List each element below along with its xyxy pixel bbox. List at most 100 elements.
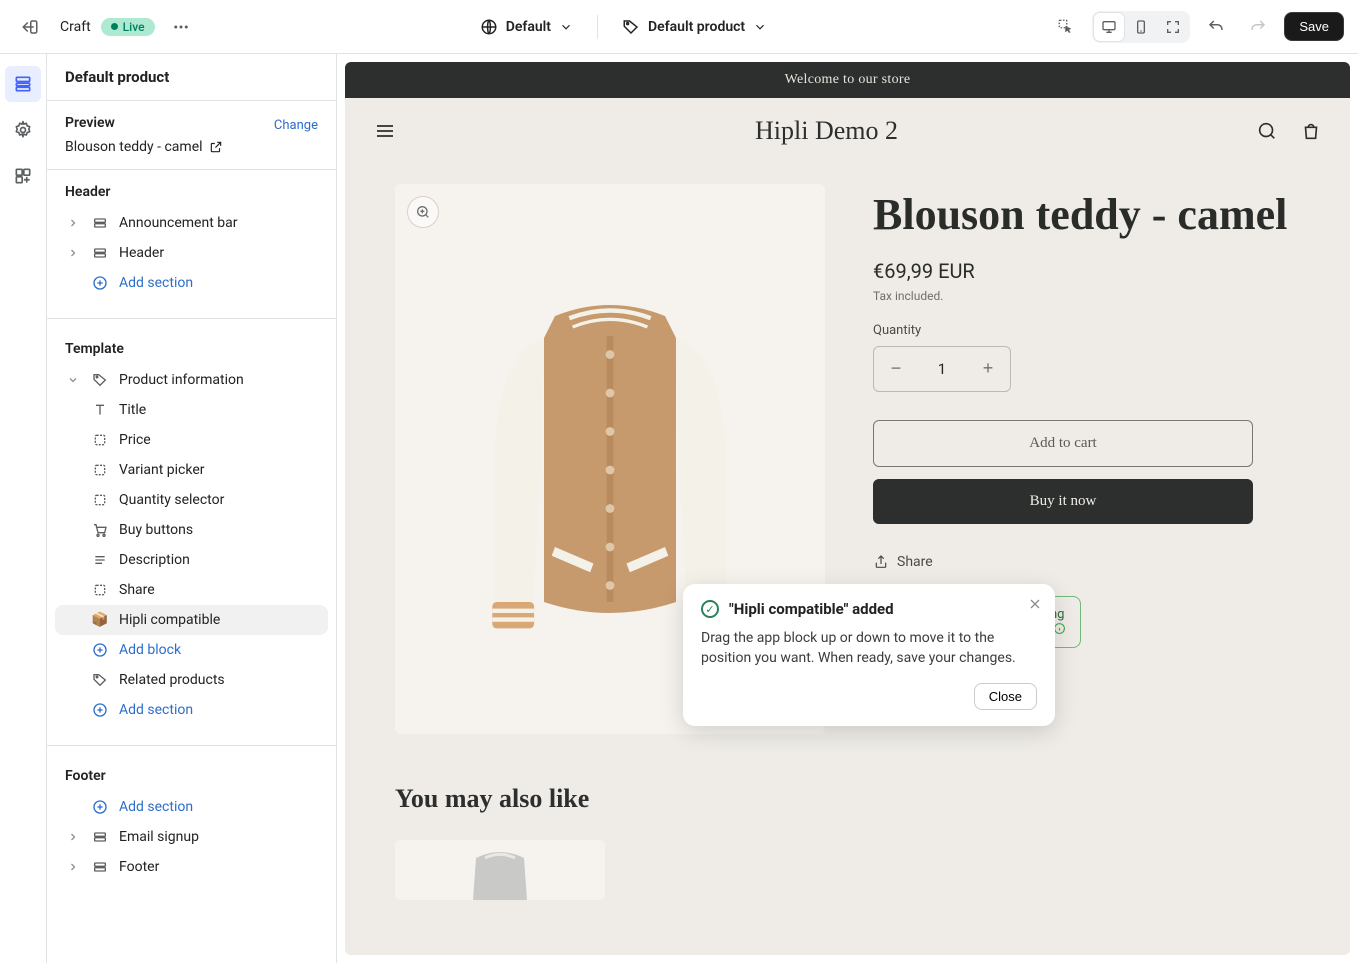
toast: ✓ "Hipli compatible" added Drag the app … xyxy=(683,584,1055,726)
device-desktop[interactable] xyxy=(1094,13,1124,41)
zoom-icon xyxy=(415,204,431,220)
device-mobile[interactable] xyxy=(1126,13,1156,41)
block-description[interactable]: Description xyxy=(55,545,328,575)
device-fullscreen[interactable] xyxy=(1158,13,1188,41)
cart-icon xyxy=(92,522,108,538)
block-buy[interactable]: Buy buttons xyxy=(55,515,328,545)
section-icon xyxy=(92,245,108,261)
preview-section: Preview Change Blouson teddy - camel xyxy=(47,101,336,170)
share-button[interactable]: Share xyxy=(873,554,1300,570)
rail-settings[interactable] xyxy=(5,112,41,148)
announcement-bar: Welcome to our store xyxy=(345,62,1350,98)
undo-button[interactable] xyxy=(1200,11,1232,43)
toast-title: "Hipli compatible" added xyxy=(729,600,894,618)
device-group xyxy=(1092,11,1190,43)
menu-button[interactable] xyxy=(373,119,397,143)
related-card[interactable] xyxy=(395,840,605,900)
block-icon xyxy=(92,462,108,478)
divider xyxy=(597,15,598,39)
toast-body: Drag the app block up or down to move it… xyxy=(701,628,1037,669)
external-icon xyxy=(209,140,223,154)
mobile-icon xyxy=(1133,19,1149,35)
preview-product-link[interactable]: Blouson teddy - camel xyxy=(65,139,318,155)
header-group: Header xyxy=(47,170,336,208)
package-emoji-icon: 📦 xyxy=(91,612,109,628)
block-icon xyxy=(92,432,108,448)
plus-circle-icon xyxy=(92,799,108,815)
related-thumb xyxy=(430,840,570,900)
hamburger-icon xyxy=(373,119,397,143)
plus-circle-icon xyxy=(92,702,108,718)
add-block[interactable]: Add block xyxy=(55,635,328,665)
toast-close-button[interactable]: Close xyxy=(974,683,1037,710)
related-section: You may also like xyxy=(345,764,1350,900)
inspector-icon xyxy=(1057,18,1075,36)
block-icon xyxy=(92,582,108,598)
sidebar-item-footer[interactable]: Footer xyxy=(55,852,328,882)
add-section-footer[interactable]: Add section xyxy=(55,792,328,822)
block-quantity[interactable]: Quantity selector xyxy=(55,485,328,515)
footer-group: Footer xyxy=(47,754,336,792)
add-section-template[interactable]: Add section xyxy=(55,695,328,725)
bag-button[interactable] xyxy=(1300,120,1322,142)
gear-icon xyxy=(13,120,33,140)
qty-increase[interactable]: + xyxy=(966,347,1010,391)
preview-canvas: Welcome to our store Hipli Demo 2 xyxy=(345,62,1350,955)
tax-note: Tax included. xyxy=(873,289,1300,303)
product-title: Blouson teddy - camel xyxy=(873,190,1300,241)
template-heading: Default product xyxy=(47,54,336,101)
topbar-left: Craft Live xyxy=(14,11,197,43)
search-icon xyxy=(1256,120,1278,142)
toast-close[interactable] xyxy=(1027,596,1043,612)
tag-icon xyxy=(92,672,108,688)
close-icon xyxy=(1027,596,1043,612)
more-icon xyxy=(172,18,190,36)
add-to-cart-button[interactable]: Add to cart xyxy=(873,420,1253,467)
live-badge: Live xyxy=(101,18,155,36)
sidebar-item-announcement[interactable]: Announcement bar xyxy=(55,208,328,238)
lines-icon xyxy=(92,552,108,568)
save-button[interactable]: Save xyxy=(1284,12,1344,41)
sidebar-item-product-info[interactable]: Product information xyxy=(55,365,328,395)
exit-button[interactable] xyxy=(14,11,46,43)
topbar-center: Default Default product xyxy=(474,14,773,40)
chevron-down-icon xyxy=(67,374,79,386)
section-icon xyxy=(92,859,108,875)
chevron-down-icon xyxy=(753,20,767,34)
zoom-button[interactable] xyxy=(407,196,439,228)
rail-apps[interactable] xyxy=(5,158,41,194)
preview-area: Welcome to our store Hipli Demo 2 xyxy=(337,54,1358,963)
more-button[interactable] xyxy=(165,11,197,43)
sidebar-item-email-signup[interactable]: Email signup xyxy=(55,822,328,852)
template-group: Template xyxy=(47,327,336,365)
sidebar-item-header[interactable]: Header xyxy=(55,238,328,268)
redo-icon xyxy=(1249,18,1267,36)
buy-now-button[interactable]: Buy it now xyxy=(873,479,1253,524)
sidebar-item-related[interactable]: Related products xyxy=(55,665,328,695)
inspector-toggle[interactable] xyxy=(1050,11,1082,43)
rail xyxy=(0,54,47,963)
topbar: Craft Live Default Default product xyxy=(0,0,1358,54)
block-price[interactable]: Price xyxy=(55,425,328,455)
add-section-header[interactable]: Add section xyxy=(55,268,328,298)
block-variant[interactable]: Variant picker xyxy=(55,455,328,485)
template-dropdown[interactable]: Default product xyxy=(616,14,773,40)
locale-dropdown[interactable]: Default xyxy=(474,14,579,40)
redo-button[interactable] xyxy=(1242,11,1274,43)
block-title[interactable]: Title xyxy=(55,395,328,425)
rail-sections[interactable] xyxy=(5,66,41,102)
search-button[interactable] xyxy=(1256,120,1278,142)
chevron-down-icon xyxy=(559,20,573,34)
change-preview[interactable]: Change xyxy=(274,118,318,133)
brand[interactable]: Hipli Demo 2 xyxy=(755,116,898,146)
block-hipli[interactable]: 📦 Hipli compatible xyxy=(55,605,328,635)
chevron-right-icon xyxy=(67,217,79,229)
block-share[interactable]: Share xyxy=(55,575,328,605)
chevron-right-icon xyxy=(67,861,79,873)
tag-icon xyxy=(622,18,640,36)
related-heading: You may also like xyxy=(395,784,1300,814)
qty-decrease[interactable]: − xyxy=(874,347,918,391)
chevron-right-icon xyxy=(67,831,79,843)
topbar-right: Save xyxy=(1050,11,1344,43)
product-price: €69,99 EUR xyxy=(873,259,1300,283)
